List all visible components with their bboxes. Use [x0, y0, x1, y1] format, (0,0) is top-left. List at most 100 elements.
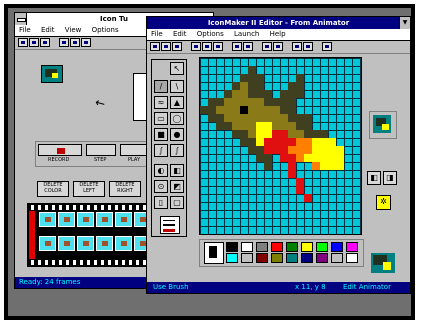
step-button[interactable]	[86, 144, 116, 156]
palette-swatch[interactable]	[256, 253, 268, 263]
paste-button[interactable]	[81, 38, 91, 47]
spray-icon[interactable]: ■	[154, 128, 168, 141]
icon-pixel	[256, 130, 264, 138]
iconmaker-editor-window[interactable]: IconMaker II Editor - From Animator ▼ Fi…	[146, 16, 411, 294]
icon-pixel	[264, 114, 272, 122]
palette-swatch[interactable]	[271, 242, 283, 252]
icon-pixel	[208, 114, 216, 122]
palette-swatch[interactable]	[241, 242, 253, 252]
delete-left-button[interactable]: DELETE LEFT	[73, 181, 105, 197]
preview-button[interactable]	[303, 42, 313, 51]
pencil-icon[interactable]: /	[154, 80, 168, 93]
frame-icon[interactable]: ▢	[170, 196, 184, 209]
icon-pixel	[256, 138, 264, 146]
menu-edit[interactable]: Edit	[41, 26, 55, 34]
palette-swatch[interactable]	[271, 253, 283, 263]
open-button[interactable]	[29, 38, 39, 47]
front-status-bar: Use Brush x 11, y 8 Edit Animator	[147, 282, 410, 293]
palette-swatch[interactable]	[301, 242, 313, 252]
palette-swatch[interactable]	[331, 253, 343, 263]
palette-swatch[interactable]	[286, 253, 298, 263]
icon-pixel	[256, 74, 264, 82]
palette-swatch[interactable]	[226, 242, 238, 252]
frame-cell[interactable]	[39, 212, 56, 227]
system-menu-button[interactable]	[15, 13, 27, 25]
palette-swatch[interactable]	[346, 242, 358, 252]
eraser-icon[interactable]: ∫	[170, 144, 184, 157]
menu-help[interactable]: Help	[270, 30, 286, 38]
undo-button[interactable]	[232, 42, 242, 51]
delete-color-button[interactable]: DELETE COLOR	[37, 181, 69, 197]
move-left-button[interactable]: ◧	[367, 171, 381, 185]
ellipse-icon[interactable]: ◯	[170, 112, 184, 125]
palette-swatch[interactable]	[331, 242, 343, 252]
zoom-icon[interactable]: ∫	[154, 144, 168, 157]
menu-file[interactable]: File	[151, 30, 163, 38]
save-button[interactable]	[172, 42, 182, 51]
minimize-button[interactable]: ▼	[399, 17, 410, 29]
menu-options[interactable]: Options	[197, 30, 224, 38]
palette-swatch[interactable]	[346, 253, 358, 263]
grid-button[interactable]	[292, 42, 302, 51]
record-button[interactable]	[38, 144, 82, 156]
icon-preview-panel	[369, 111, 397, 139]
palette-swatch[interactable]	[316, 242, 328, 252]
shade-icon[interactable]: ◩	[170, 180, 184, 193]
menu-file[interactable]: File	[19, 26, 31, 34]
cut-button[interactable]	[59, 38, 69, 47]
redo-button[interactable]	[243, 42, 253, 51]
cut-button[interactable]	[191, 42, 201, 51]
new-button[interactable]	[150, 42, 160, 51]
icon-pixel	[256, 82, 264, 90]
frame-cell[interactable]	[115, 236, 132, 251]
palette-swatch[interactable]	[301, 253, 313, 263]
menu-view[interactable]: View	[65, 26, 82, 34]
open-button[interactable]	[161, 42, 171, 51]
text-icon[interactable]: ●	[170, 128, 184, 141]
frame-cell[interactable]	[58, 212, 75, 227]
paste-button[interactable]	[213, 42, 223, 51]
copy-button[interactable]	[202, 42, 212, 51]
fill-icon[interactable]: ▲	[170, 96, 184, 109]
palette-swatch[interactable]	[226, 253, 238, 263]
palette-swatch[interactable]	[241, 253, 253, 263]
frame-cell[interactable]	[96, 236, 113, 251]
frame-cell[interactable]	[77, 236, 94, 251]
step-label: STEP	[94, 157, 107, 163]
new-button[interactable]	[18, 38, 28, 47]
invert-icon[interactable]: ▯	[154, 196, 168, 209]
status-tool: Use Brush	[153, 283, 189, 291]
zoom-in-button[interactable]	[262, 42, 272, 51]
menu-edit[interactable]: Edit	[173, 30, 187, 38]
save-button[interactable]	[40, 38, 50, 47]
delete-right-button[interactable]: DELETE RIGHT	[109, 181, 141, 197]
icon-pixel	[232, 122, 240, 130]
copy-button[interactable]	[70, 38, 80, 47]
rotate-icon[interactable]: ⊙	[154, 180, 168, 193]
palette-swatch[interactable]	[286, 242, 298, 252]
menu-options[interactable]: Options	[92, 26, 119, 34]
line-width-selector[interactable]	[160, 216, 180, 234]
frame-cell[interactable]	[115, 212, 132, 227]
palette-swatch[interactable]	[316, 253, 328, 263]
frame-filmstrip[interactable]	[27, 203, 155, 267]
move-right-button[interactable]: ◨	[383, 171, 397, 185]
line-icon[interactable]: \	[170, 80, 184, 93]
menu-launch[interactable]: Launch	[234, 30, 259, 38]
frame-cell[interactable]	[58, 236, 75, 251]
image-button[interactable]	[322, 42, 332, 51]
frame-cell[interactable]	[96, 212, 113, 227]
brush-icon[interactable]: ≈	[154, 96, 168, 109]
icon-pixel	[336, 146, 344, 154]
icon-pixel	[264, 162, 272, 170]
flip-icon[interactable]: ◧	[170, 164, 184, 177]
frame-cell[interactable]	[77, 212, 94, 227]
picker-icon[interactable]: ◐	[154, 164, 168, 177]
record-label: RECORD	[48, 157, 70, 163]
rect-icon[interactable]: ▭	[154, 112, 168, 125]
pixel-edit-canvas[interactable]	[199, 57, 362, 235]
palette-swatch[interactable]	[256, 242, 268, 252]
arrow-icon[interactable]: ↖	[170, 62, 184, 75]
frame-cell[interactable]	[39, 236, 56, 251]
zoom-out-button[interactable]	[273, 42, 283, 51]
